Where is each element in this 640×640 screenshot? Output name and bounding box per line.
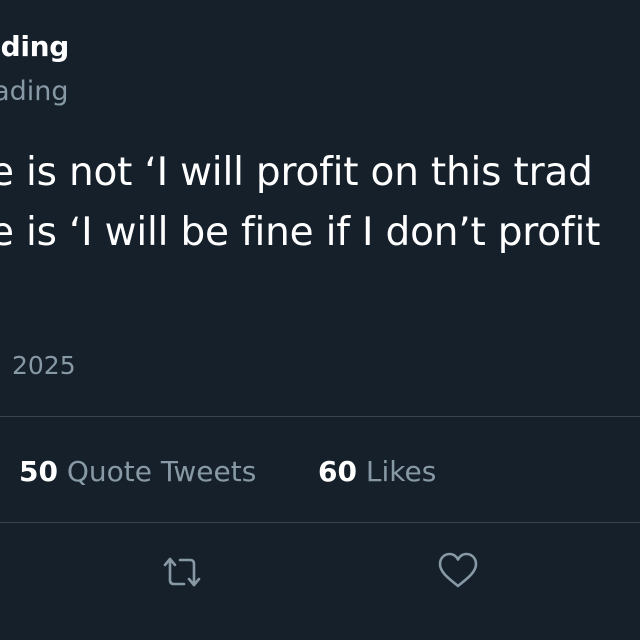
tweet-text-line-2: e is ‘I will be fine if I don’t profit [0,210,601,255]
author-display-name[interactable]: ading [0,30,69,63]
author-handle[interactable]: rading [0,76,69,107]
retweet-icon[interactable] [158,548,206,596]
likes-count: 60 [318,455,357,488]
quote-tweets-count: 50 [19,455,58,488]
quote-tweets-stat[interactable]: 50 Quote Tweets [19,455,256,488]
tweet-text-line-1: e is not ‘I will profit on this trad [0,150,593,195]
tweet-timestamp[interactable]: 2025 [12,351,76,380]
divider [0,522,640,523]
divider [0,416,640,417]
likes-label: Likes [365,455,437,488]
likes-stat[interactable]: 60 Likes [318,455,436,488]
quote-tweets-label: Quote Tweets [66,455,257,488]
heart-icon[interactable] [434,547,482,595]
